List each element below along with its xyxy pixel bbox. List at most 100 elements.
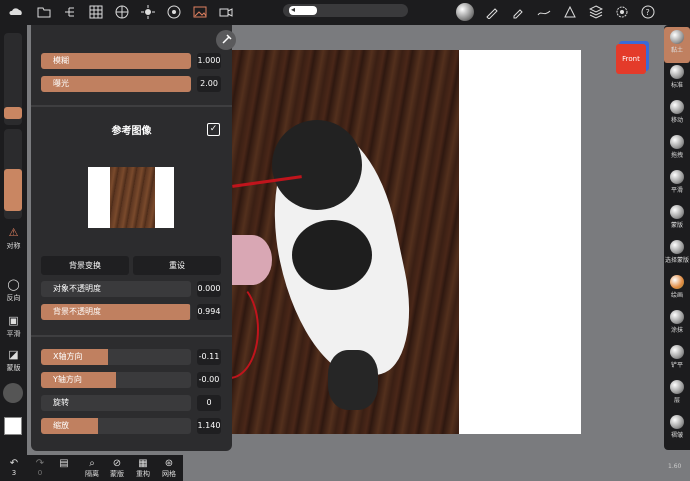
warning-icon: ⚠: [8, 226, 19, 239]
y-axis-value[interactable]: -0.00: [197, 372, 221, 388]
eye-off-icon: ⊘: [112, 458, 122, 469]
reference-photo: [232, 50, 459, 434]
sphere-icon: [670, 100, 684, 114]
symmetry-button[interactable]: ⚠ 对称: [0, 227, 27, 251]
tool-move[interactable]: 移动: [664, 100, 690, 124]
reference-background: [459, 50, 581, 434]
version-label: 1.60: [668, 463, 682, 470]
divider: [31, 105, 232, 107]
sphere-icon: [670, 310, 684, 324]
tool-flatten[interactable]: 铲平: [664, 345, 690, 369]
rotation-value[interactable]: 0: [197, 395, 221, 411]
drop-icon: ◯: [7, 278, 20, 291]
background-transform-button[interactable]: 背景变换: [41, 256, 129, 275]
right-toolbar: 黏土 标准 移动 拖拽 平滑 蒙版 选择蒙版 绘画 涂抹 铲平 层 褶皱: [664, 25, 690, 450]
isolate-button[interactable]: ⌕ 隔离: [80, 458, 104, 479]
left-sidebar: ⚠ 对称 ◯ 反向 ▣ 平滑 ◪ 蒙版: [0, 25, 27, 481]
smooth-icon: ▣: [8, 314, 19, 327]
intensity-slider-thumb[interactable]: [4, 169, 22, 211]
x-axis-value[interactable]: -0.11: [197, 349, 221, 365]
smooth-button[interactable]: ▣ 平滑: [0, 315, 27, 339]
sphere-icon: [670, 205, 684, 219]
radius-slider-thumb[interactable]: [4, 107, 22, 119]
reference-thumbnail[interactable]: [88, 167, 174, 228]
search-icon: ⌕: [89, 458, 95, 469]
reset-button[interactable]: 重设: [133, 256, 221, 275]
undo-icon: ↶: [9, 458, 19, 469]
sphere-icon: [670, 345, 684, 359]
invert-button[interactable]: ◯ 反向: [0, 279, 27, 303]
x-axis-slider[interactable]: X轴方向: [41, 349, 191, 365]
remesh-button[interactable]: ▦ 重构: [131, 458, 155, 479]
panel-title: 参考图像: [111, 126, 152, 137]
sun-icon[interactable]: [140, 4, 156, 20]
mesh-button[interactable]: ⊛ 网格: [157, 458, 181, 479]
picker-icon[interactable]: [510, 4, 526, 20]
tool-crease[interactable]: 褶皱: [664, 415, 690, 439]
tool-paint[interactable]: 绘画: [664, 275, 690, 299]
symmetry-icon[interactable]: [562, 4, 578, 20]
rotation-slider[interactable]: 旋转: [41, 395, 191, 411]
top-toolbar: ◂ ?: [0, 0, 690, 25]
view-cube[interactable]: Front: [616, 44, 646, 74]
video-icon[interactable]: [218, 4, 234, 20]
object-opacity-slider[interactable]: 对象不透明度: [41, 281, 191, 297]
sphere-icon: [670, 275, 684, 289]
layers-icon[interactable]: [588, 4, 604, 20]
tool-clay[interactable]: 黏土: [664, 27, 690, 63]
sphere-icon: [670, 415, 684, 429]
mesh-icon: ⊛: [164, 458, 174, 469]
color-swatch[interactable]: [4, 417, 22, 435]
globe-icon[interactable]: [114, 4, 130, 20]
scale-value[interactable]: 1.140: [197, 418, 221, 434]
hierarchy-icon[interactable]: [62, 4, 78, 20]
tool-drag[interactable]: 拖拽: [664, 135, 690, 159]
grid-icon: ▦: [138, 458, 148, 469]
sphere-icon: [670, 65, 684, 79]
tool-smudge[interactable]: 涂抹: [664, 310, 690, 334]
background-opacity-slider[interactable]: 背景不透明度: [41, 304, 191, 320]
divider: [31, 335, 232, 337]
settings-icon[interactable]: [614, 4, 630, 20]
color-ball[interactable]: [3, 383, 23, 403]
sphere-icon: [670, 240, 684, 254]
material-icon[interactable]: [166, 4, 182, 20]
undo-button[interactable]: ↶ 3: [2, 458, 26, 477]
file-icon: ▤: [59, 458, 69, 469]
folder-icon[interactable]: [36, 4, 52, 20]
blur-value[interactable]: 1.000: [197, 53, 221, 69]
sphere-icon[interactable]: [456, 3, 474, 21]
exposure-slider[interactable]: 曝光: [41, 76, 191, 92]
pin-icon[interactable]: [216, 30, 236, 50]
tool-select-mask[interactable]: 选择蒙版: [664, 240, 690, 264]
grid-icon[interactable]: [88, 4, 104, 20]
mask-button[interactable]: ◪ 蒙版: [0, 349, 27, 373]
redo-icon: ↷: [35, 458, 45, 469]
undo-area: ↶ 3: [0, 455, 28, 481]
object-opacity-value[interactable]: 0.000: [197, 281, 221, 297]
tool-mask[interactable]: 蒙版: [664, 205, 690, 229]
tool-smooth[interactable]: 平滑: [664, 170, 690, 194]
cloud-icon[interactable]: [8, 4, 24, 20]
redo-button[interactable]: ↷ 0: [28, 458, 52, 477]
brush-icon[interactable]: [484, 4, 500, 20]
sphere-icon: [670, 170, 684, 184]
help-icon[interactable]: ?: [640, 4, 656, 20]
exposure-value[interactable]: 2.00: [197, 76, 221, 92]
tool-standard[interactable]: 标准: [664, 65, 690, 89]
stroke-icon[interactable]: [536, 4, 552, 20]
bottom-toolbar: ↷ 0 ▤ ⌕ 隔离 ⊘ 蒙版 ▦ 重构 ⊛ 网格: [28, 455, 183, 481]
blur-slider[interactable]: 模糊: [41, 53, 191, 69]
sphere-icon: [670, 135, 684, 149]
y-axis-slider[interactable]: Y轴方向: [41, 372, 191, 388]
mask-icon: ◪: [8, 348, 19, 361]
scale-slider[interactable]: 缩放: [41, 418, 191, 434]
scene-slider[interactable]: ◂: [283, 4, 408, 17]
mask-toggle-button[interactable]: ⊘ 蒙版: [105, 458, 129, 479]
tool-layer[interactable]: 层: [664, 380, 690, 404]
file-button[interactable]: ▤: [52, 458, 76, 469]
image-icon[interactable]: [192, 4, 208, 20]
reference-checkbox[interactable]: ✓: [207, 123, 220, 136]
background-opacity-value[interactable]: 0.994: [197, 304, 221, 320]
sphere-icon: [670, 30, 684, 44]
